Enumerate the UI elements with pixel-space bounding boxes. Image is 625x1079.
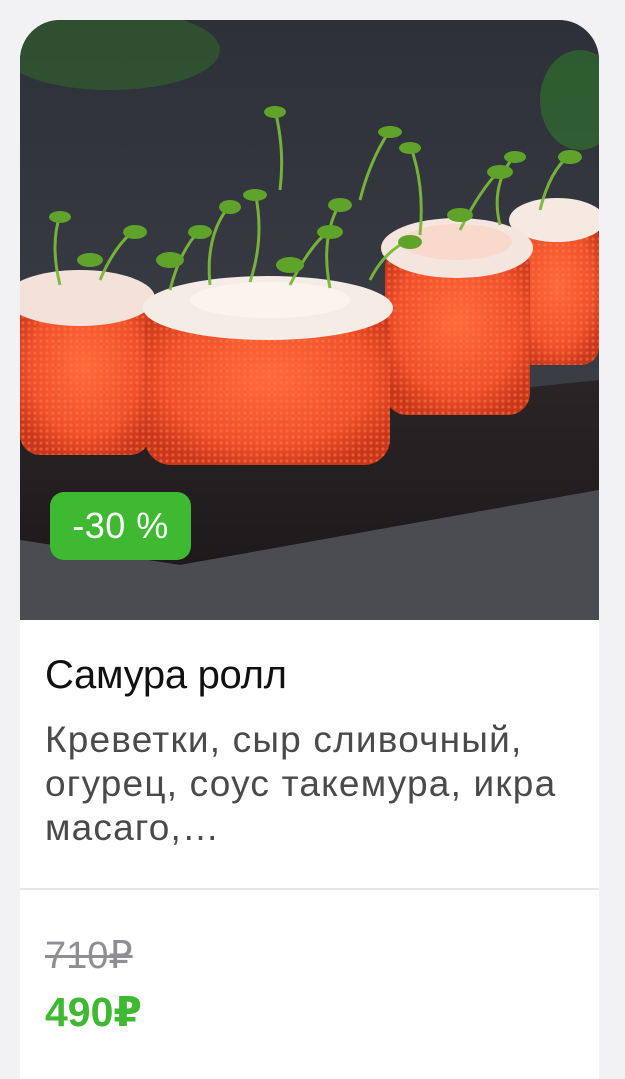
product-description: Креветки, сыр сливочный, огурец, соус та… [45, 719, 557, 848]
product-info: Самура ролл Креветки, сыр сливочный, огу… [20, 620, 599, 878]
price-block: 710₽ 490₽ [20, 890, 599, 1040]
product-title: Самура ролл [45, 653, 287, 697]
product-photo[interactable]: -30 % [20, 20, 599, 620]
product-card[interactable]: -30 % Самура ролл Креветки, сыр сливочны… [20, 20, 599, 1079]
old-price: 710₽ [45, 935, 133, 977]
discount-badge: -30 % [50, 492, 191, 560]
new-price: 490₽ [45, 989, 142, 1035]
